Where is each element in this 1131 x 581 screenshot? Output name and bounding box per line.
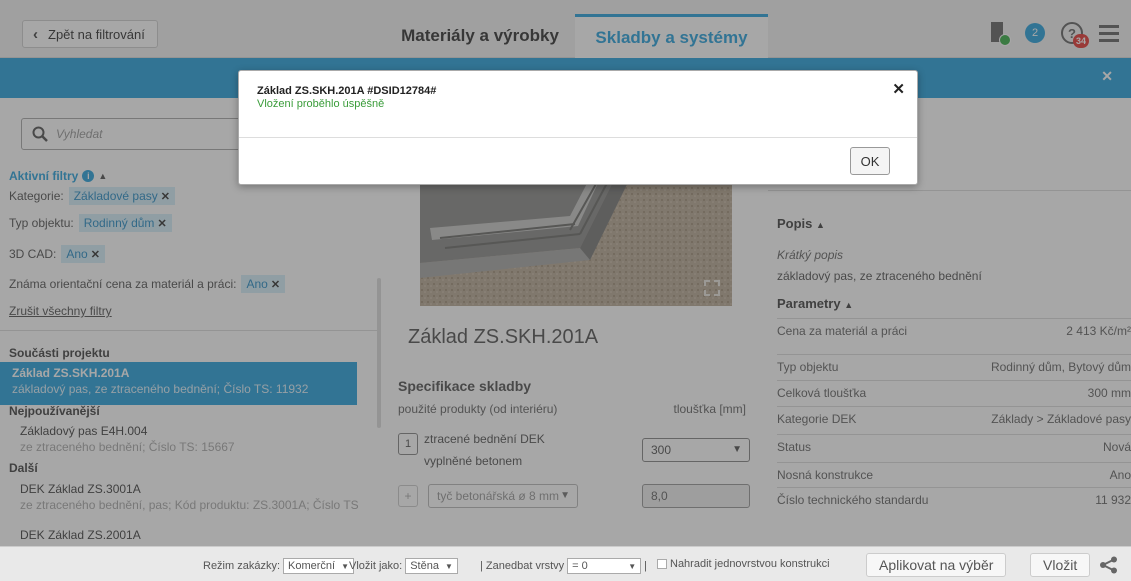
dialog-title: Základ ZS.SKH.201A #DSID12784# (257, 85, 437, 97)
ignore-layers-field: | Zanedbat vrstvy = 0 ▼ | (480, 558, 648, 574)
bottom-bar: Režim zakázky: Komerční ▼ Vložit jako: St… (0, 546, 1131, 581)
divider (239, 137, 917, 138)
replace-field[interactable]: Nahradit jednovrstvou konstrukci (657, 558, 830, 570)
close-icon[interactable]: ✕ (892, 80, 905, 98)
insert-as-select[interactable]: Stěna ▼ (405, 558, 458, 574)
replace-checkbox[interactable] (657, 559, 667, 569)
share-icon[interactable] (1099, 556, 1119, 574)
mode-select[interactable]: Komerční ▼ (283, 558, 355, 574)
ok-button[interactable]: OK (850, 147, 890, 175)
apply-to-selection-button[interactable]: Aplikovat na výběr (866, 553, 1007, 577)
ignore-layers-select[interactable]: = 0 ▼ (567, 558, 642, 574)
dialog-message: Vložení proběhlo úspěšně (257, 98, 385, 110)
mode-field: Režim zakázky: Komerční ▼ (203, 558, 355, 574)
insert-as-field: Vložit jako: Stěna ▼ (349, 558, 458, 574)
insert-button[interactable]: Vložit (1030, 553, 1091, 577)
success-dialog: Základ ZS.SKH.201A #DSID12784# Vložení p… (238, 70, 918, 185)
